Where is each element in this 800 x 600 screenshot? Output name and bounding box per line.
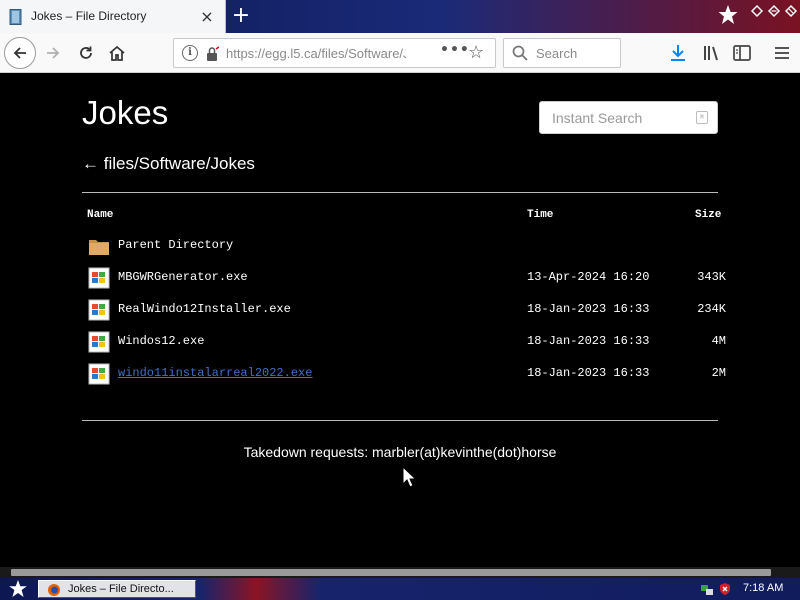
star-decoration-icon [718,5,738,24]
back-arrow-icon [13,47,26,59]
exe-file-icon [88,299,110,321]
exe-file-icon [88,331,110,353]
horizontal-scrollbar[interactable] [0,567,800,578]
column-header-size[interactable]: Size [695,209,721,221]
column-header-name[interactable]: Name [87,209,113,221]
file-name-link[interactable]: RealWindo12Installer.exe [118,302,291,316]
page-content: Jokes ⌘ ← files/Software/Jokes Name Time… [0,74,800,568]
bookmark-star-icon[interactable]: ☆ [468,42,484,63]
parent-directory-link[interactable]: Parent Directory [118,238,233,252]
close-window-icon[interactable] [784,4,798,18]
firefox-app-icon [48,584,60,596]
minimize-icon[interactable] [750,4,764,18]
mouse-cursor-icon [402,466,416,488]
start-star-icon[interactable] [4,579,32,599]
network-tray-icon[interactable] [700,582,714,596]
reload-icon [80,46,92,59]
exe-file-icon [88,267,110,289]
file-row[interactable]: Windos12.exe 18-Jan-2023 16:33 4M [87,329,732,355]
breadcrumb[interactable]: ← files/Software/Jokes [82,154,255,174]
downloads-icon[interactable] [668,43,688,63]
parent-directory-row[interactable]: Parent Directory [87,233,732,259]
file-time: 13-Apr-2024 16:20 [527,270,650,284]
sidebar-icon[interactable] [732,43,752,63]
url-bar[interactable]: i https://egg.l5.ca/files/Software/Jokes… [173,38,496,68]
search-icon [512,45,528,61]
maximize-icon[interactable] [767,4,781,18]
navigation-toolbar: i https://egg.l5.ca/files/Software/Jokes… [0,33,800,73]
file-size: 2M [711,366,726,380]
taskbar-window-label: Jokes – File Directo... [68,583,174,595]
forward-arrow-icon [47,47,60,59]
file-name-link[interactable]: windo11instalarreal2022.exe [118,366,312,380]
scrollbar-thumb[interactable] [11,569,771,576]
library-icon[interactable] [701,43,721,63]
divider-bottom [82,420,718,421]
back-button[interactable] [4,37,36,69]
reload-button[interactable] [71,38,101,68]
new-tab-button[interactable]: + [229,3,253,29]
forward-button[interactable] [38,38,68,68]
file-size: 4M [711,334,726,348]
instant-search-box[interactable]: ⌘ [539,101,718,134]
taskbar: Jokes – File Directo... 7:18 AM [0,578,800,600]
home-button[interactable] [102,38,132,68]
tab-active[interactable]: Jokes – File Directory × [0,0,226,33]
menu-hamburger-icon[interactable] [772,43,792,63]
folder-icon [89,240,109,255]
file-time: 18-Jan-2023 16:33 [527,302,650,316]
tab-close-icon[interactable]: × [198,8,216,26]
home-icon [109,45,125,61]
exe-file-icon [88,363,110,385]
tab-strip: Jokes – File Directory × + [0,0,800,33]
file-size: 234K [697,302,726,316]
column-header-time[interactable]: Time [527,209,553,221]
divider-top [82,192,718,193]
info-icon[interactable]: i [182,45,198,61]
file-row[interactable]: RealWindo12Installer.exe 18-Jan-2023 16:… [87,297,732,323]
shield-tray-icon[interactable] [718,582,732,596]
clock: 7:18 AM [743,582,784,594]
keyboard-shortcut-icon: ⌘ [696,111,708,124]
tab-title: Jokes – File Directory [31,9,147,23]
file-name-link[interactable]: MBGWRGenerator.exe [118,270,248,284]
page-title: Jokes [82,94,169,131]
document-favicon-icon [9,9,22,25]
search-bar[interactable]: Search [503,38,621,68]
window-controls [744,0,800,24]
search-placeholder: Search [536,46,578,61]
taskbar-window-button[interactable]: Jokes – File Directo... [38,580,196,598]
takedown-notice: Takedown requests: marbler(at)kevinthe(d… [243,444,557,460]
file-name-link[interactable]: Windos12.exe [118,334,204,348]
file-row[interactable]: MBGWRGenerator.exe 13-Apr-2024 16:20 343… [87,265,732,291]
page-actions-icon[interactable]: ••• [440,42,470,58]
file-time: 18-Jan-2023 16:33 [527,366,650,380]
system-tray: 7:18 AM [696,578,800,600]
file-time: 18-Jan-2023 16:33 [527,334,650,348]
url-text[interactable]: https://egg.l5.ca/files/Software/Jokes/ [226,46,406,61]
instant-search-input[interactable] [540,102,690,133]
lock-icon[interactable] [205,46,219,62]
file-size: 343K [697,270,726,284]
file-row[interactable]: windo11instalarreal2022.exe 18-Jan-2023 … [87,361,732,387]
